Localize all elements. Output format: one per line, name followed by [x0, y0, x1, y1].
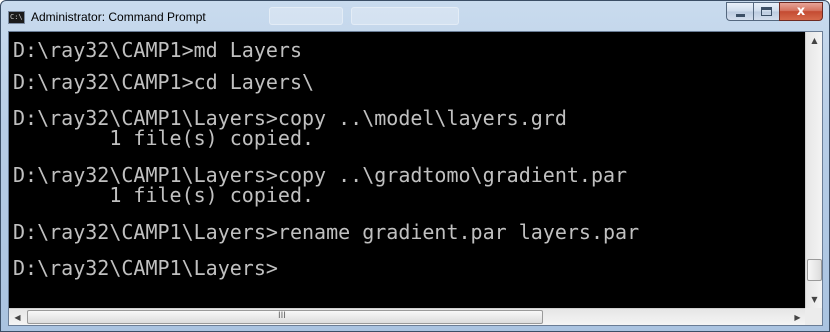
console-line: D:\ray32\CAMP1\Layers>copy ..\gradtomo\g…: [13, 163, 628, 187]
scroll-left-button[interactable]: ◀: [9, 309, 26, 325]
title-bar[interactable]: C:\ Administrator: Command Prompt x: [1, 1, 829, 31]
maximize-icon: [761, 7, 772, 16]
console-line: D:\ray32\CAMP1\Layers>copy ..\model\laye…: [13, 106, 567, 130]
scroll-up-button[interactable]: ▲: [806, 32, 823, 49]
console-prompt-line: D:\ray32\CAMP1\Layers>: [13, 256, 278, 280]
console-line: D:\ray32\CAMP1>md Layers: [13, 38, 302, 62]
chevron-up-icon: ▲: [811, 36, 818, 45]
console-output[interactable]: D:\ray32\CAMP1>md Layers D:\ray32\CAMP1>…: [9, 32, 806, 308]
console-line: 1 file(s) copied.: [13, 183, 315, 207]
grip-icon: III: [278, 311, 286, 321]
close-icon: x: [796, 4, 806, 19]
console-frame: D:\ray32\CAMP1>md Layers D:\ray32\CAMP1>…: [8, 31, 823, 326]
close-button[interactable]: x: [779, 2, 823, 21]
console-line: 1 file(s) copied.: [13, 126, 315, 150]
minimize-icon: [735, 13, 745, 17]
minimize-button[interactable]: [726, 2, 753, 21]
resize-corner[interactable]: [805, 308, 822, 325]
horizontal-scroll-thumb[interactable]: III: [27, 310, 543, 324]
background-tab: [351, 7, 459, 25]
chevron-down-icon: ▼: [811, 295, 818, 304]
vertical-scroll-thumb[interactable]: [807, 259, 822, 281]
scroll-down-button[interactable]: ▼: [806, 291, 823, 308]
console-line: D:\ray32\CAMP1>cd Layers\: [13, 70, 315, 94]
vertical-scrollbar[interactable]: ▲ ▼: [805, 32, 822, 308]
cmd-icon[interactable]: C:\: [8, 11, 25, 24]
window-controls: x: [726, 2, 823, 22]
scroll-right-button[interactable]: ▶: [789, 309, 806, 325]
chevron-right-icon: ▶: [794, 312, 801, 322]
background-tab: [269, 7, 343, 25]
horizontal-scrollbar[interactable]: ◀ III ▶: [9, 308, 806, 325]
window-title: Administrator: Command Prompt: [31, 10, 206, 24]
chevron-left-icon: ◀: [14, 312, 21, 322]
command-prompt-window: C:\ Administrator: Command Prompt x D:\r…: [0, 0, 830, 332]
console-line: D:\ray32\CAMP1\Layers>rename gradient.pa…: [13, 220, 640, 244]
maximize-button[interactable]: [753, 2, 779, 21]
